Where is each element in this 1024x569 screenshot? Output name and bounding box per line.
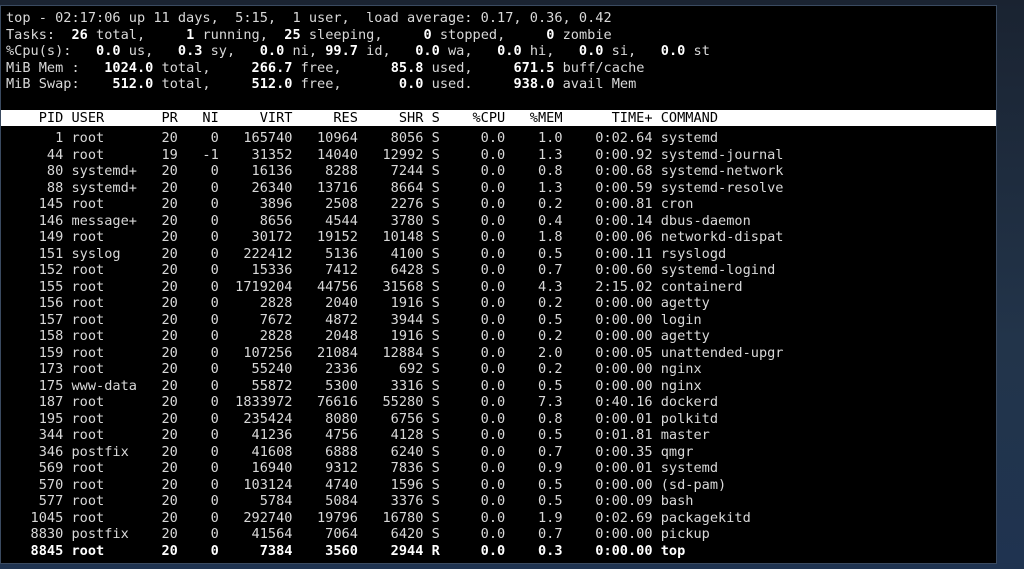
summary-label: sy, (202, 43, 244, 59)
swap-line: MiB Swap: 512.0 total, 512.0 free, 0.0 u… (6, 76, 636, 93)
process-row: 8830 postfix 20 0 41564 7064 6420 S 0.0 … (6, 526, 710, 542)
summary-value: 0 (529, 26, 555, 43)
summary-value: 0.0 (357, 76, 424, 92)
cpu-line: %Cpu(s): 0.0 us, 0.3 sy, 0.0 ni, 99.7 id… (6, 43, 710, 60)
summary-value: 0.3 (161, 43, 203, 59)
summary-value: 85.8 (357, 59, 424, 76)
summary-label: wa, (439, 43, 481, 59)
summary-label: buff/cache (554, 59, 645, 76)
process-row: 151 syslog 20 0 222412 5136 4100 S 0.0 0… (6, 245, 727, 262)
summary-label: total, (87, 26, 170, 43)
process-row: 1 root 20 0 165740 10964 8056 S 0.0 1.0 … (6, 130, 719, 146)
summary-value: 938.0 (488, 76, 555, 92)
summary-value: 266.7 (227, 59, 293, 76)
process-row: 173 root 20 0 55240 2336 692 S 0.0 0.2 0… (6, 361, 702, 377)
summary-label: used. (423, 76, 489, 92)
desktop-background: top - 02:17:06 up 11 days, 5:15, 1 user,… (0, 0, 1024, 569)
summary-value: 0.0 (562, 43, 604, 59)
process-row: 146 message+ 20 0 8656 4544 3780 S 0.0 0… (6, 212, 751, 229)
process-row: 159 root 20 0 107256 21084 12884 S 0.0 2… (6, 344, 784, 361)
tasks-line: Tasks: 26 total, 1 running, 25 sleeping,… (6, 27, 612, 44)
process-row: 346 postfix 20 0 41608 6888 6240 S 0.0 0… (6, 443, 694, 460)
summary-value: 99.7 (325, 43, 358, 59)
summary-value: 0.0 (79, 43, 121, 59)
column-header-bar: PID USER PR NI VIRT RES SHR S %CPU %MEM … (1, 110, 996, 126)
summary-value: 0.0 (243, 43, 285, 59)
summary-value: 25 (284, 26, 301, 43)
process-row: 155 root 20 0 1719204 44756 31568 S 0.0 … (6, 278, 743, 295)
summary-label: hi, (521, 43, 563, 59)
summary-label: free, (292, 76, 358, 92)
process-row: 570 root 20 0 103124 4740 1596 S 0.0 0.5… (6, 476, 727, 493)
process-row: 157 root 20 0 7672 4872 3944 S 0.0 0.5 0… (6, 311, 702, 328)
summary-label: st (685, 43, 710, 59)
summary-value: 0.0 (480, 43, 522, 59)
summary-label: si, (603, 43, 645, 59)
uptime-line: top - 02:17:06 up 11 days, 5:15, 1 user,… (6, 10, 612, 26)
summary-label: sleeping, (300, 26, 408, 43)
process-row: 88 systemd+ 20 0 26340 13716 8664 S 0.0 … (6, 179, 784, 196)
summary-label: zombie (554, 26, 612, 43)
summary-value: 26 (63, 26, 88, 43)
summary-label: avail Mem (554, 76, 637, 92)
terminal-window[interactable]: top - 02:17:06 up 11 days, 5:15, 1 user,… (0, 5, 997, 564)
summary-value: 0.0 (398, 43, 440, 59)
summary-label: ni, (284, 43, 326, 59)
process-row: 158 root 20 0 2828 2048 1916 S 0.0 0.2 0… (6, 328, 710, 344)
summary-label: Tasks: (6, 26, 64, 43)
process-row: 1045 root 20 0 292740 19796 16780 S 0.0 … (6, 509, 751, 526)
summary-value: 671.5 (488, 59, 555, 76)
mem-line: MiB Mem : 1024.0 total, 266.7 free, 85.8… (6, 60, 644, 77)
summary-label: total, (153, 59, 227, 76)
summary-label: stopped, (431, 26, 530, 43)
process-row: 152 root 20 0 15336 7412 6428 S 0.0 0.7 … (6, 262, 776, 278)
summary-label: running, (194, 26, 285, 43)
summary-value: 512.0 (87, 76, 154, 92)
summary-label: MiB Mem : (6, 59, 88, 76)
summary-label: us, (120, 43, 162, 59)
process-row: 187 root 20 0 1833972 76616 55280 S 0.0 … (6, 394, 719, 410)
process-row: 195 root 20 0 235424 8080 6756 S 0.0 0.8… (6, 410, 719, 427)
column-header: PID USER PR NI VIRT RES SHR S %CPU %MEM … (6, 110, 719, 126)
summary-value: 0.0 (644, 43, 686, 59)
process-row: 145 root 20 0 3896 2508 2276 S 0.0 0.2 0… (6, 196, 694, 212)
summary-value: 0 (407, 26, 432, 43)
summary-label: id, (357, 43, 399, 59)
process-row: 156 root 20 0 2828 2040 1916 S 0.0 0.2 0… (6, 295, 710, 311)
process-row: 175 www-data 20 0 55872 5300 3316 S 0.0 … (6, 377, 702, 394)
process-row: 569 root 20 0 16940 9312 7836 S 0.0 0.9 … (6, 460, 719, 476)
summary-value: 512.0 (227, 76, 293, 92)
summary-label: %Cpu(s): (6, 43, 80, 59)
summary-label: MiB Swap: (6, 76, 88, 92)
summary-value: 1024.0 (87, 59, 154, 76)
process-row: 344 root 20 0 41236 4756 4128 S 0.0 0.5 … (6, 427, 710, 443)
process-row: 149 root 20 0 30172 19152 10148 S 0.0 1.… (6, 229, 784, 245)
process-row: 8845 root 20 0 7384 3560 2944 R 0.0 0.3 … (6, 542, 686, 559)
process-row: 80 systemd+ 20 0 16136 8288 7244 S 0.0 0… (6, 163, 784, 179)
summary-value: 1 (169, 26, 195, 43)
summary-label: total, (153, 76, 227, 92)
summary-label: used, (423, 59, 489, 76)
summary-label: free, (292, 59, 358, 76)
process-row: 44 root 19 -1 31352 14040 12992 S 0.0 1.… (6, 146, 784, 163)
process-row: 577 root 20 0 5784 5084 3376 S 0.0 0.5 0… (6, 493, 694, 509)
